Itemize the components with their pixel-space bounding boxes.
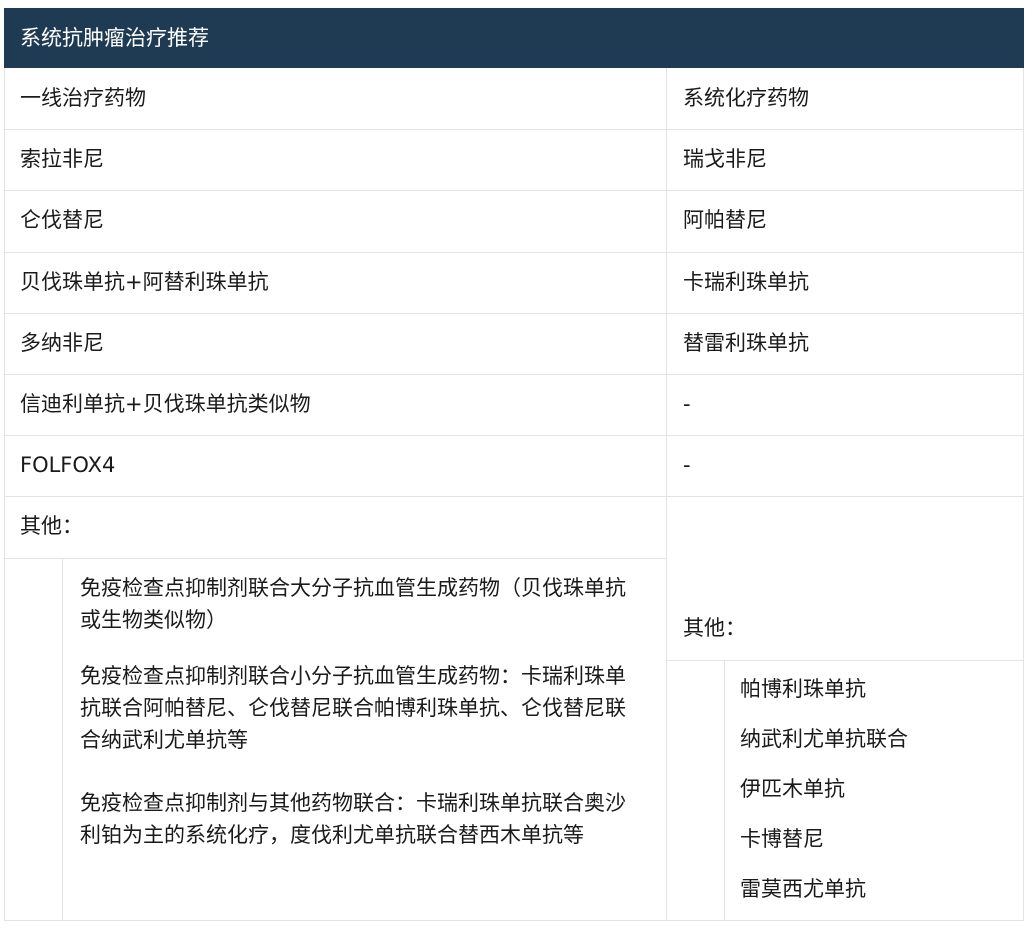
- row-divider: [4, 435, 1024, 436]
- right-other-item: 雷莫西尤单抗: [740, 877, 866, 901]
- first-line-drug: 索拉非尼: [20, 147, 104, 171]
- systemic-chemo-drug: -: [683, 453, 691, 477]
- row-divider: [4, 496, 1024, 497]
- systemic-chemo-drug: 替雷利珠单抗: [683, 331, 809, 355]
- left-other-label: 其他：: [20, 514, 83, 538]
- right-other-item: 帕博利珠单抗: [740, 677, 866, 701]
- systemic-chemo-drug: 阿帕替尼: [683, 208, 767, 232]
- first-line-drug: FOLFOX4: [20, 453, 116, 477]
- first-line-drug: 仑伐替尼: [20, 208, 104, 232]
- left-nested-divider: [62, 558, 63, 921]
- right-other-divider: [666, 660, 1024, 661]
- systemic-chemo-drug: 瑞戈非尼: [683, 147, 767, 171]
- systemic-chemo-drug: 卡瑞利珠单抗: [683, 270, 809, 294]
- left-other-item: 免疫检查点抑制剂联合大分子抗血管生成药物（贝伐珠单抗或生物类似物）: [80, 576, 626, 632]
- right-column-header: 系统化疗药物: [683, 86, 809, 110]
- left-column-header: 一线治疗药物: [20, 86, 146, 110]
- left-other-item: 免疫检查点抑制剂与其他药物联合：卡瑞利珠单抗联合奥沙利铂为主的系统化疗，度伐利尤…: [80, 791, 626, 847]
- first-line-drug: 信迪利单抗+贝伐珠单抗类似物: [20, 392, 311, 416]
- table-frame: [4, 8, 1024, 921]
- first-line-drug: 多纳非尼: [20, 331, 104, 355]
- systemic-chemo-drug: -: [683, 392, 691, 416]
- column-divider: [666, 68, 667, 921]
- row-divider: [4, 313, 1024, 314]
- right-other-item: 卡博替尼: [740, 827, 824, 851]
- first-line-drug: 贝伐珠单抗+阿替利珠单抗: [20, 270, 269, 294]
- row-divider: [4, 129, 1024, 130]
- right-other-item: 纳武利尤单抗联合: [740, 727, 908, 751]
- left-other-divider: [4, 558, 666, 559]
- left-other-item: 免疫检查点抑制剂联合小分子抗血管生成药物：卡瑞利珠单抗联合阿帕替尼、仑伐替尼联合…: [80, 664, 626, 752]
- right-other-item: 伊匹木单抗: [740, 777, 845, 801]
- row-divider: [4, 190, 1024, 191]
- right-nested-divider: [724, 660, 725, 921]
- table-title: 系统抗肿瘤治疗推荐: [4, 8, 1024, 68]
- right-other-label: 其他：: [683, 616, 746, 640]
